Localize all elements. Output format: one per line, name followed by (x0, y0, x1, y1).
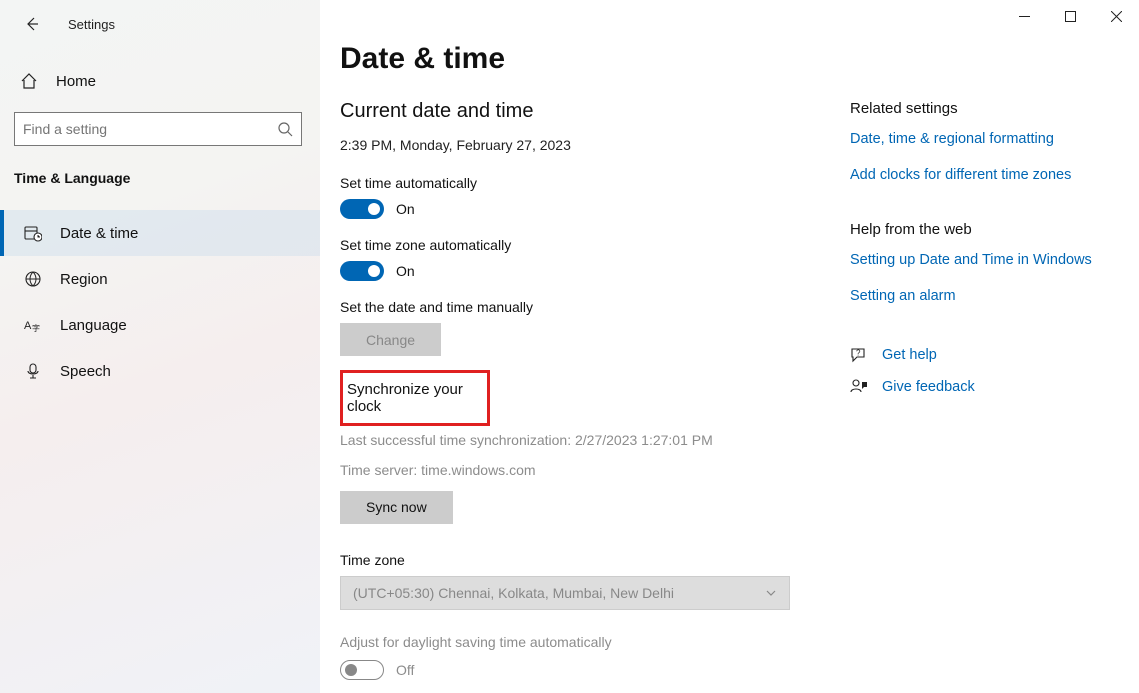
toggle-state: On (396, 263, 415, 279)
set-tz-auto-label: Set time zone automatically (340, 237, 850, 253)
search-box[interactable] (14, 112, 302, 146)
category-label: Time & Language (14, 170, 320, 186)
back-button[interactable] (22, 14, 42, 34)
maximize-icon (1065, 11, 1076, 22)
nav-items: Date & time Region A字 Language Speech (0, 210, 320, 394)
minimize-button[interactable] (1001, 0, 1047, 32)
home-icon (20, 72, 38, 90)
related-heading: Related settings (850, 100, 1110, 117)
sidebar-item-label: Speech (60, 363, 111, 380)
toggle-state: On (396, 201, 415, 217)
set-time-auto-toggle[interactable] (340, 199, 384, 219)
dst-row: Off (340, 660, 850, 680)
timezone-section: Time zone (UTC+05:30) Chennai, Kolkata, … (340, 552, 850, 610)
chevron-down-icon (765, 587, 777, 599)
sync-section: Synchronize your clock Last successful t… (340, 370, 850, 524)
sidebar-item-region[interactable]: Region (0, 256, 320, 302)
feedback-text: Give feedback (882, 379, 975, 395)
current-datetime: 2:39 PM, Monday, February 27, 2023 (340, 137, 850, 153)
link-setup[interactable]: Setting up Date and Time in Windows (850, 252, 1110, 268)
sidebar: Settings Home Time & Language Date & tim… (0, 0, 320, 693)
sidebar-header: Settings (0, 0, 320, 44)
calendar-clock-icon (24, 224, 42, 242)
sidebar-item-label: Date & time (60, 225, 138, 242)
home-label: Home (56, 73, 96, 90)
sidebar-item-language[interactable]: A字 Language (0, 302, 320, 348)
set-tz-auto-toggle[interactable] (340, 261, 384, 281)
minimize-icon (1019, 11, 1030, 22)
sidebar-item-speech[interactable]: Speech (0, 348, 320, 394)
manual-label: Set the date and time manually (340, 299, 850, 315)
change-button: Change (340, 323, 441, 356)
app-title: Settings (68, 17, 115, 32)
help-heading: Help from the web (850, 221, 1110, 238)
sidebar-item-date-time[interactable]: Date & time (0, 210, 320, 256)
right-column: Related settings Date, time & regional f… (850, 0, 1130, 693)
sync-now-button[interactable]: Sync now (340, 491, 453, 524)
get-help-text: Get help (882, 347, 937, 363)
content: Date & time Current date and time 2:39 P… (320, 0, 850, 693)
link-alarm[interactable]: Setting an alarm (850, 288, 1110, 304)
close-button[interactable] (1093, 0, 1139, 32)
sync-last: Last successful time synchronization: 2/… (340, 430, 850, 450)
svg-text:A: A (24, 320, 32, 332)
timezone-value: (UTC+05:30) Chennai, Kolkata, Mumbai, Ne… (353, 585, 674, 601)
dst-toggle (340, 660, 384, 680)
timezone-label: Time zone (340, 552, 850, 568)
set-tz-auto-row: On (340, 261, 850, 281)
microphone-icon (24, 362, 42, 380)
set-time-auto-label: Set time automatically (340, 175, 850, 191)
help-chat-icon: ? (850, 346, 868, 364)
set-time-auto-row: On (340, 199, 850, 219)
current-heading: Current date and time (340, 100, 850, 123)
feedback-link[interactable]: Give feedback (850, 378, 1110, 396)
get-help-link[interactable]: ? Get help (850, 346, 1110, 364)
search-input[interactable] (23, 121, 277, 137)
globe-icon (24, 270, 42, 288)
svg-text:?: ? (856, 349, 861, 358)
sync-server: Time server: time.windows.com (340, 460, 850, 480)
timezone-dropdown: (UTC+05:30) Chennai, Kolkata, Mumbai, Ne… (340, 576, 790, 610)
sync-heading-highlight: Synchronize your clock (340, 370, 490, 426)
close-icon (1111, 11, 1122, 22)
maximize-button[interactable] (1047, 0, 1093, 32)
support-block: ? Get help Give feedback (850, 346, 1110, 396)
arrow-left-icon (24, 16, 40, 32)
sidebar-item-label: Region (60, 271, 108, 288)
dst-label: Adjust for daylight saving time automati… (340, 634, 850, 650)
language-icon: A字 (24, 316, 42, 334)
toggle-state: Off (396, 662, 414, 678)
link-clocks[interactable]: Add clocks for different time zones (850, 167, 1110, 183)
dst-section: Adjust for daylight saving time automati… (340, 634, 850, 680)
window-controls (1001, 0, 1139, 32)
sidebar-item-label: Language (60, 317, 127, 334)
sidebar-home[interactable]: Home (0, 62, 320, 100)
feedback-icon (850, 378, 868, 396)
help-block: Help from the web Setting up Date and Ti… (850, 221, 1110, 304)
link-formatting[interactable]: Date, time & regional formatting (850, 131, 1110, 147)
main: Date & time Current date and time 2:39 P… (320, 0, 1139, 693)
svg-text:字: 字 (32, 323, 40, 333)
search-icon (277, 121, 293, 137)
page-title: Date & time (340, 42, 850, 76)
